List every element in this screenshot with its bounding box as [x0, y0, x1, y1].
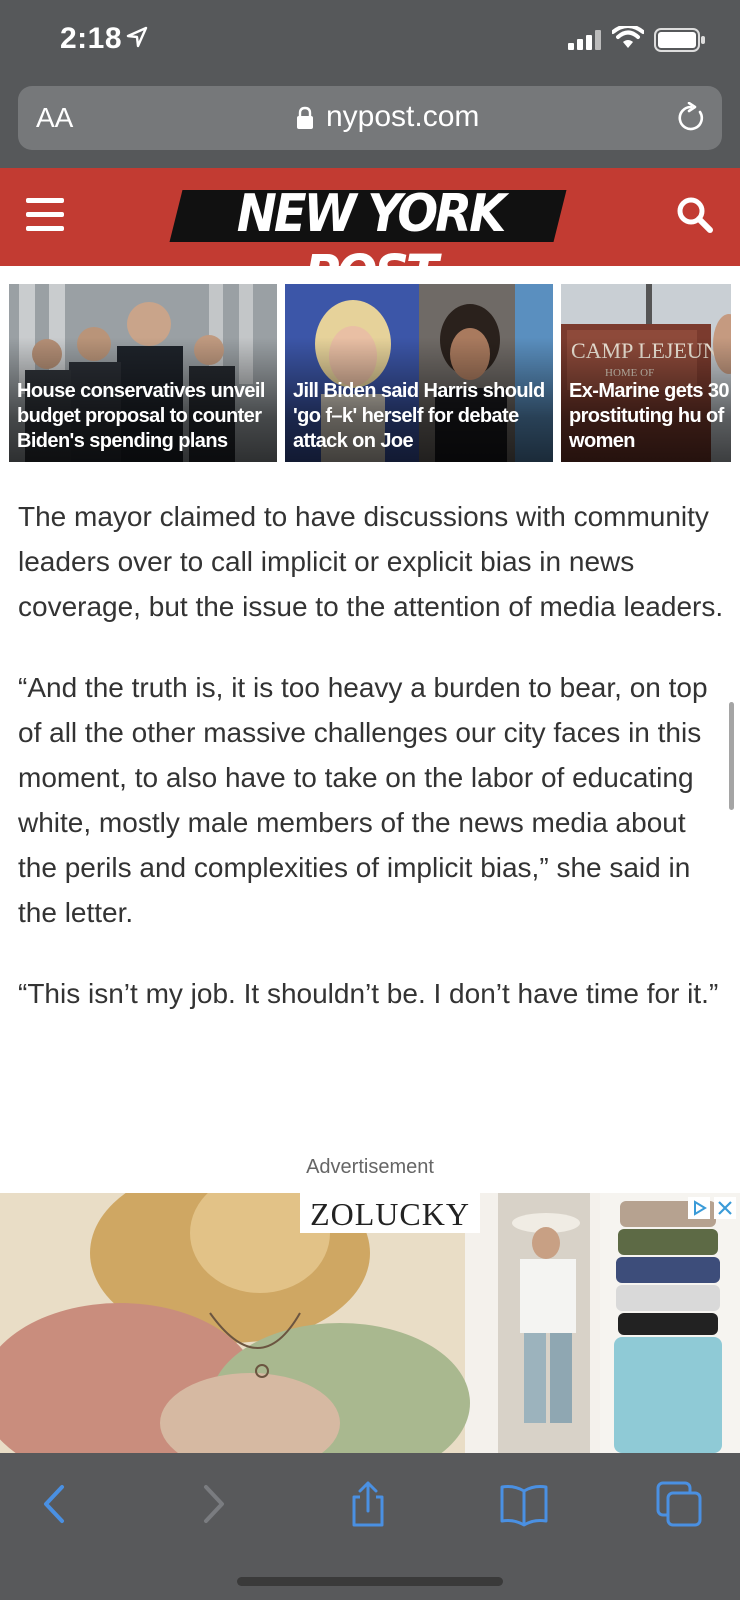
- story-headline[interactable]: Ex-Marine gets 30 for prostituting hu of…: [569, 379, 731, 454]
- story-card[interactable]: House conservatives unveil budget propos…: [9, 284, 277, 462]
- search-icon[interactable]: [676, 196, 714, 234]
- url-domain[interactable]: nypost.com: [326, 100, 479, 134]
- share-icon[interactable]: [340, 1479, 396, 1529]
- text-size-button[interactable]: AA: [36, 102, 73, 134]
- story-headline[interactable]: Jill Biden said Harris should 'go f–k' h…: [293, 379, 553, 454]
- status-bar: 2:18: [0, 0, 740, 82]
- scroll-indicator[interactable]: [729, 702, 734, 810]
- bookmarks-icon[interactable]: [496, 1479, 552, 1529]
- address-bar[interactable]: AA nypost.com: [18, 86, 722, 150]
- new-york-post-logo[interactable]: NEW YORK POST: [169, 182, 570, 304]
- ad-choices-icon[interactable]: [688, 1197, 710, 1219]
- lock-icon: [297, 106, 313, 129]
- site-header: NEW YORK POST: [0, 168, 740, 304]
- clock: 2:18: [60, 22, 123, 55]
- ad-close-icon[interactable]: [714, 1197, 736, 1219]
- tabs-icon[interactable]: [652, 1479, 708, 1529]
- article-body: The mayor claimed to have discussions wi…: [18, 494, 726, 1052]
- story-card[interactable]: CAMP LEJEUNE HOME OF Ex-Marine gets 30 f…: [561, 284, 731, 462]
- cellular-signal-icon: [568, 30, 601, 50]
- article-paragraph: “This isn’t my job. It shouldn’t be. I d…: [18, 978, 719, 1009]
- home-indicator[interactable]: [237, 1577, 503, 1586]
- forward-icon[interactable]: [184, 1479, 240, 1529]
- battery-icon: [654, 28, 705, 52]
- story-headline[interactable]: House conservatives unveil budget propos…: [17, 379, 277, 454]
- article-paragraph: The mayor claimed to have discussions wi…: [18, 501, 724, 622]
- menu-icon[interactable]: [26, 198, 64, 232]
- ad-brand-name: ZOLUCKY: [300, 1193, 480, 1233]
- back-icon[interactable]: [28, 1479, 84, 1529]
- advertisement-banner[interactable]: ZOLUCKY: [0, 1193, 740, 1453]
- advertisement-label: Advertisement: [306, 1156, 434, 1178]
- location-arrow-icon: [126, 26, 148, 48]
- article-paragraph: “And the truth is, it is too heavy a bur…: [18, 672, 708, 928]
- reload-icon[interactable]: [676, 102, 706, 134]
- top-stories-carousel[interactable]: House conservatives unveil budget propos…: [0, 284, 740, 464]
- story-card[interactable]: Jill Biden said Harris should 'go f–k' h…: [285, 284, 553, 462]
- wifi-icon: [612, 26, 644, 48]
- address-bar-area: AA nypost.com: [0, 82, 740, 168]
